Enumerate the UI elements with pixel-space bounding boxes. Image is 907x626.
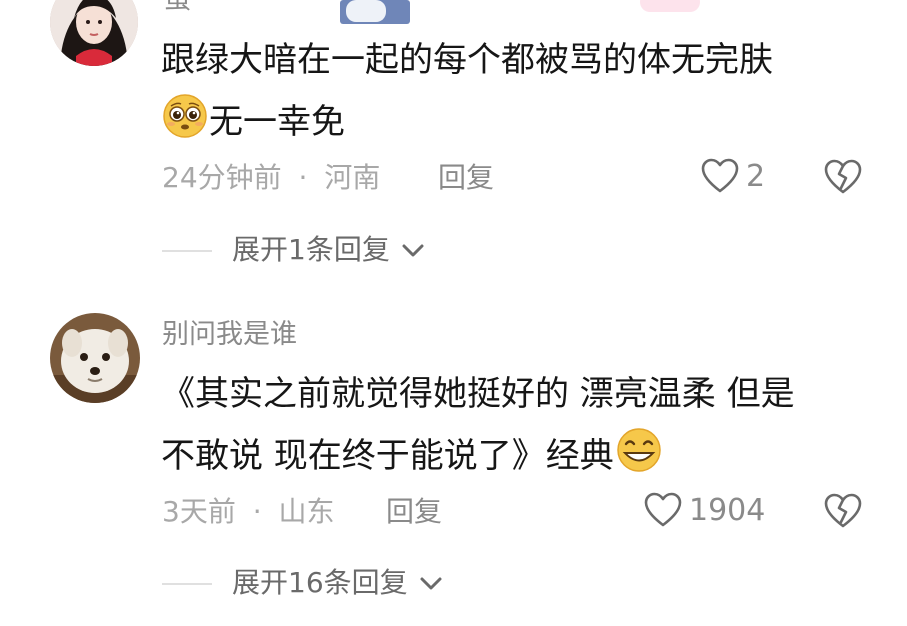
- comment-text-line: 无一幸免: [161, 92, 345, 155]
- comment-text: 跟绿大暗在一起的每个都被骂的体无完肤: [161, 40, 773, 80]
- expand-replies-label: 展开1条回复: [232, 233, 390, 266]
- comment-username[interactable]: 蛋: [164, 0, 191, 16]
- comment-text-line: 《其实之前就觉得她挺好的 漂亮温柔 但是: [161, 368, 795, 420]
- reply-button[interactable]: 回复: [386, 494, 442, 530]
- comment-location: 河南: [324, 161, 381, 194]
- broken-heart-dislike-icon[interactable]: [823, 492, 863, 530]
- heart-icon: [644, 492, 682, 527]
- expand-divider: [162, 250, 212, 252]
- comment-time: 24分钟前: [162, 161, 282, 194]
- meta-separator: ·: [252, 495, 262, 528]
- comment-text: 无一幸免: [209, 102, 345, 142]
- chevron-down-icon: [402, 244, 424, 257]
- comment-meta: 24分钟前 · 河南: [162, 160, 380, 196]
- reply-button[interactable]: 回复: [438, 160, 494, 196]
- comment-time: 3天前: [162, 495, 236, 528]
- like-count: 1904: [689, 493, 766, 528]
- comment-meta: 3天前 · 山东: [162, 494, 335, 530]
- comment-text-line: 不敢说 现在终于能说了》经典: [161, 426, 664, 489]
- expand-replies-button[interactable]: 展开16条回复: [232, 565, 443, 601]
- like-count: 2: [746, 159, 766, 194]
- grinning-face-emoji-icon: [614, 426, 664, 489]
- chevron-down-icon: [420, 577, 442, 590]
- banner-pink-pill: [640, 0, 700, 12]
- comment-text-line: 跟绿大暗在一起的每个都被骂的体无完肤: [161, 34, 773, 86]
- expand-divider: [162, 583, 212, 585]
- top-banner-strip: [340, 0, 710, 26]
- pleading-face-emoji-icon: [161, 92, 209, 155]
- expand-replies-button[interactable]: 展开1条回复: [232, 232, 425, 268]
- heart-icon: [701, 158, 739, 193]
- girl-avatar-icon: [50, 0, 138, 66]
- white-dog-avatar-icon: [50, 313, 140, 403]
- comment-location: 山东: [278, 495, 335, 528]
- broken-heart-dislike-icon[interactable]: [823, 158, 863, 196]
- comment-text: 《其实之前就觉得她挺好的 漂亮温柔 但是: [161, 374, 795, 414]
- comment-text: 不敢说 现在终于能说了》经典: [161, 436, 614, 476]
- expand-replies-label: 展开16条回复: [232, 566, 408, 599]
- meta-separator: ·: [298, 161, 308, 194]
- user-avatar[interactable]: [50, 313, 140, 403]
- comment-username[interactable]: 别问我是谁: [162, 319, 297, 351]
- user-avatar[interactable]: [50, 0, 138, 66]
- banner-thumbnail-inner: [346, 0, 386, 22]
